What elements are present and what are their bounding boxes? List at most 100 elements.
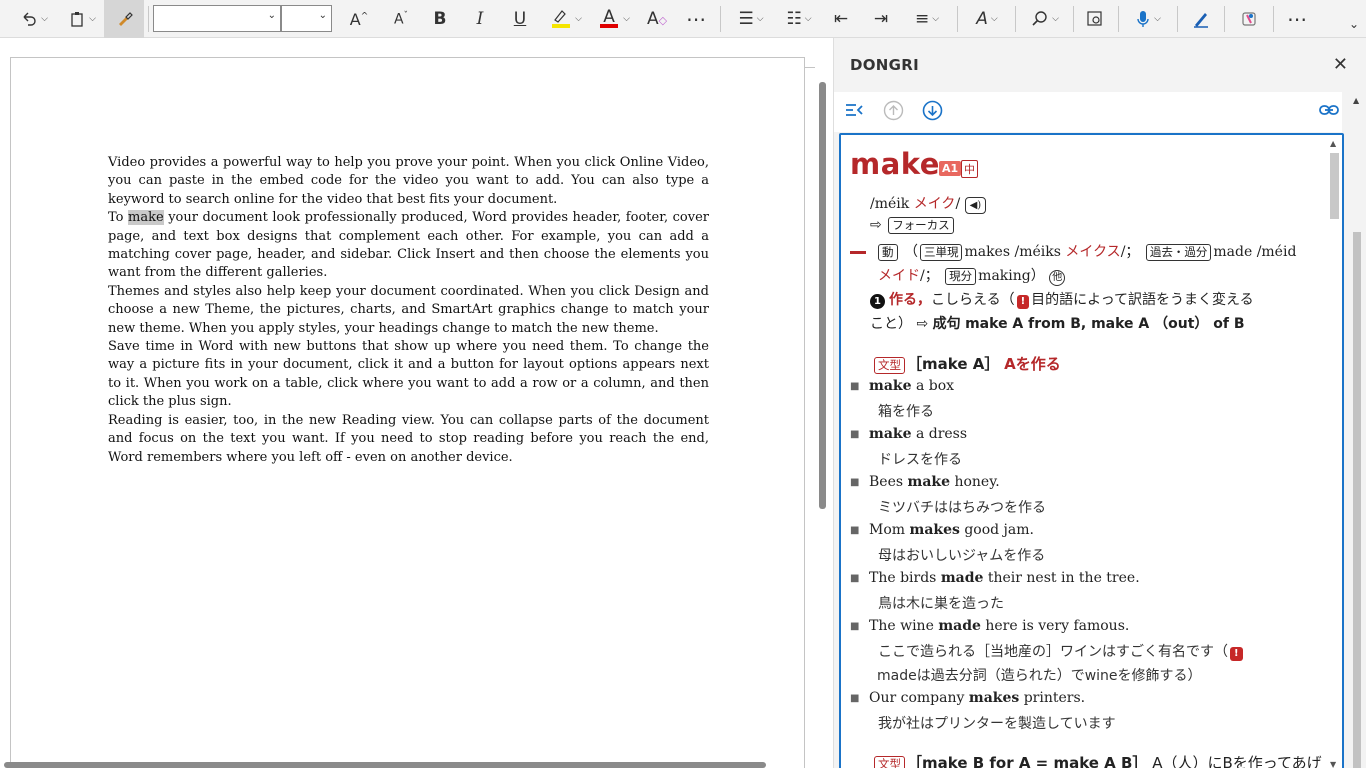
find-button[interactable]: ⌵ [1024,5,1066,33]
bullets-button[interactable]: ☰ ⌵ [730,5,772,33]
separator [1273,6,1274,32]
align-button[interactable]: ≡ ⌵ [906,5,948,33]
addin-icon [1242,12,1256,26]
close-pane-button[interactable]: ✕ [1333,54,1348,75]
shrink-font-icon: Aˇ [393,10,409,28]
more-options-button[interactable]: ⋯ [1282,5,1312,33]
dictionary-entry-panel[interactable]: make A1 中 /méik メイク/ ◀) ⇨ フォーカス 動 （三単現 ma… [839,133,1344,768]
separator [720,6,721,32]
more-font-options-button[interactable]: ⋯ [682,5,710,33]
sense-dash [850,250,866,254]
highlight-color-bar [552,24,571,28]
focus-link[interactable]: フォーカス [888,217,954,234]
scroll-up-arrow-icon[interactable]: ▲ [1330,139,1336,148]
clear-formatting-button[interactable]: A◇ [643,5,671,33]
document-vertical-scrollbar[interactable] [819,82,826,509]
undo-icon [23,12,36,26]
menu-collapse-icon [846,104,863,116]
level-badge-secondary: 中 [961,160,978,178]
warning-icon: ! [1016,295,1030,309]
bold-icon: B [433,9,447,29]
scroll-up-arrow-icon[interactable]: ▲ [1353,96,1359,105]
numbering-button[interactable]: ☷ ⌵ [778,5,820,33]
styles-icon: A [976,9,988,29]
scroll-down-arrow-icon[interactable]: ▼ [1330,760,1336,768]
indent-icon: ⇥ [873,9,889,29]
pattern-1: 文型 ［make A］ Aを作る [872,353,1061,374]
pane-toolbar [834,92,1342,132]
font-name-select[interactable]: ⌄ [153,5,281,32]
level-badge: A1 [939,161,962,176]
entry-scrollbar[interactable]: ▲ ▼ [1328,139,1340,768]
bold-button[interactable]: B [426,5,454,33]
highlight-button[interactable]: ⌵ [546,5,586,33]
bullet-icon: ■ [850,381,860,392]
pronunciation-line: /méik メイク/ ◀) [870,193,987,214]
decrease-indent-button[interactable]: ⇤ [826,5,856,33]
underline-icon: U [513,9,527,29]
styles-button[interactable]: A ⌵ [966,5,1008,33]
sense-number: 1 [870,294,885,309]
bullet-icon: ■ [850,693,860,704]
headword: make [850,147,940,181]
chevron-down-icon: ⌄ [267,10,276,21]
underline-button[interactable]: U [506,5,534,33]
editor-button[interactable] [1186,5,1216,33]
font-size-select[interactable]: ⌄ [281,5,332,32]
search-icon [1032,11,1047,26]
increase-indent-button[interactable]: ⇥ [866,5,896,33]
ribbon-expand-button[interactable]: ⌄ [1344,14,1364,34]
chevron-down-icon: ⌵ [1154,14,1161,24]
selected-word: make [128,210,164,226]
reuse-files-button[interactable] [1080,5,1110,33]
paste-button[interactable]: ⌵ [62,5,102,33]
separator [957,6,958,32]
example-note: madeは過去分詞（造られた）でwineを修飾する） [877,668,1202,684]
separator [1177,6,1178,32]
chevron-down-icon: ⌵ [804,14,812,24]
italic-icon: I [476,9,484,29]
bullet-list-icon: ☰ [738,9,754,29]
chevron-down-icon: ⌵ [575,14,582,24]
previous-entry-button[interactable] [883,100,904,126]
document-search-icon [1087,11,1102,26]
bullet-icon: ■ [850,525,860,536]
italic-button[interactable]: I [466,5,494,33]
cross-reference-line: ⇨ フォーカス [870,217,956,234]
document-horizontal-scrollbar[interactable] [4,762,766,768]
page-margin-mark [805,67,815,68]
format-painter-button[interactable] [104,0,144,38]
outdent-icon: ⇤ [833,9,849,29]
link-button[interactable] [1318,100,1340,125]
document-canvas[interactable]: Video provides a powerful way to help yo… [0,38,832,768]
speaker-icon[interactable]: ◀) [964,197,987,214]
clipboard-icon [71,12,83,27]
addin-button[interactable] [1234,5,1264,33]
warning-icon: ! [1230,647,1243,661]
grow-font-button[interactable]: A^ [344,5,374,33]
document-page[interactable]: Video provides a powerful way to help yo… [10,57,805,768]
sense-1-line-1: 1 作る，こしらえる（! 目的語によって訳語をうまく変える [870,289,1254,309]
pane-scroll-thumb[interactable] [1353,232,1361,768]
more-icon: ⋯ [1287,7,1307,31]
collapse-menu-button[interactable] [844,100,864,125]
bullet-icon: ■ [850,429,860,440]
undo-button[interactable]: ⌵ [14,5,54,33]
inflection-line-2: メイド/； 現分 making） 他 [878,265,1066,286]
dictate-button[interactable]: ⌵ [1126,5,1170,33]
paragraph-2: To make your document look professionall… [108,210,709,281]
separator [1015,6,1016,32]
close-icon: ✕ [1332,54,1348,75]
editor-pen-icon [1194,13,1208,28]
next-entry-button[interactable] [922,100,943,126]
shrink-font-button[interactable]: Aˇ [386,5,416,33]
entry-scroll-thumb[interactable] [1330,153,1339,219]
separator [148,6,149,32]
document-body[interactable]: Video provides a powerful way to help yo… [108,154,709,467]
pane-scrollbar[interactable]: ▲ [1350,96,1364,768]
chevron-down-icon: ⌵ [990,14,998,24]
chevron-down-icon: ⌵ [932,14,940,24]
font-color-button[interactable]: A ⌵ [594,5,634,33]
numbered-list-icon: ☷ [786,9,802,29]
link-icon [1319,105,1339,115]
